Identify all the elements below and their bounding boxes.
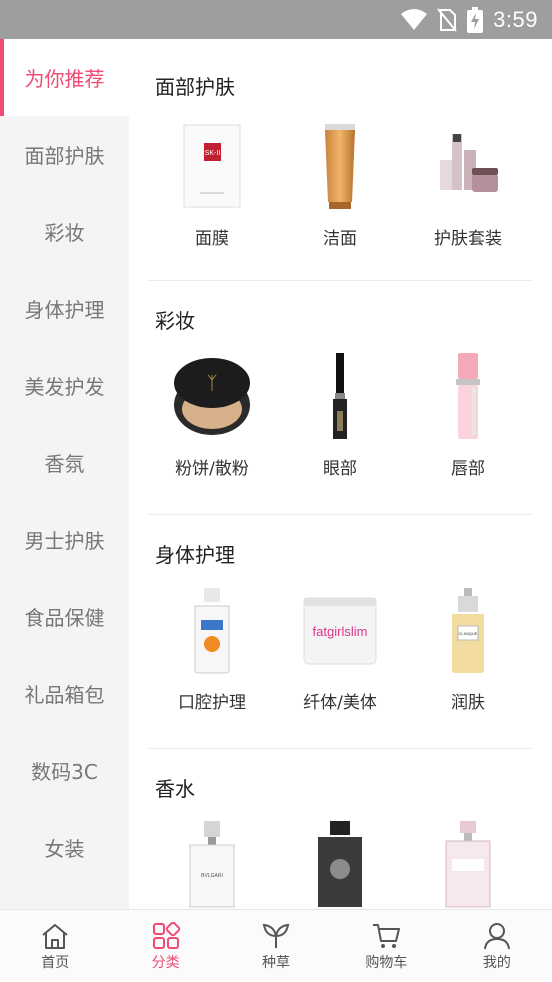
sidebar-item-digital[interactable]: 数码3C bbox=[0, 732, 129, 809]
wifi-icon bbox=[401, 8, 428, 30]
subcategory-powder[interactable]: ᛉ 粉饼/散粉 bbox=[148, 350, 276, 479]
subcategory-cleanser[interactable]: 洁面 bbox=[276, 120, 404, 249]
subcategory-eyes[interactable]: 眼部 bbox=[276, 350, 404, 479]
category-icon bbox=[152, 922, 180, 949]
status-bar: 3:59 bbox=[0, 0, 552, 39]
sidebar-item-womens-wear[interactable]: 女装 bbox=[0, 809, 129, 886]
subcategory-skincare-set[interactable]: 护肤套装 bbox=[404, 120, 532, 249]
tab-sprout[interactable]: 种草 bbox=[221, 910, 331, 982]
moisturizer-image: CLINIQUE bbox=[422, 584, 514, 676]
subcategory-moisturizer[interactable]: CLINIQUE 润肤 bbox=[404, 584, 532, 713]
section-perfume: 香水 BVLGARI bbox=[148, 749, 532, 909]
skincare-set-image bbox=[422, 120, 514, 212]
sidebar-item-gifts-bags[interactable]: 礼品箱包 bbox=[0, 655, 129, 732]
mask-image: SK-II bbox=[166, 120, 258, 212]
home-icon bbox=[42, 924, 68, 949]
tab-category[interactable]: 分类 bbox=[110, 910, 220, 982]
subcategory-lips[interactable]: 唇部 bbox=[404, 350, 532, 479]
subcategory-perfume-2[interactable] bbox=[276, 818, 404, 909]
sidebar-item-body-care[interactable]: 身体护理 bbox=[0, 270, 129, 347]
mascara-image bbox=[294, 350, 386, 442]
section-facial-care: 面部护肤 SK-II 面膜 洁面 护肤套装 bbox=[148, 39, 532, 281]
perfume-bottle-image bbox=[422, 818, 514, 909]
status-time: 3:59 bbox=[493, 6, 538, 32]
tab-home[interactable]: 首页 bbox=[0, 910, 110, 982]
tab-profile[interactable]: 我的 bbox=[442, 910, 552, 982]
tab-label: 首页 bbox=[41, 955, 70, 971]
lip-product-image bbox=[422, 350, 514, 442]
subcategory-label: 口腔护理 bbox=[178, 693, 246, 713]
sidebar-item-makeup[interactable]: 彩妆 bbox=[0, 193, 129, 270]
powder-image: ᛉ bbox=[166, 350, 258, 442]
section-body-care: 身体护理 口腔护理 fatgirlslim 纤体/美体 CLINIQUE 润肤 bbox=[148, 515, 532, 749]
sidebar-item-facial-care[interactable]: 面部护肤 bbox=[0, 116, 129, 193]
tab-label: 购物车 bbox=[365, 955, 408, 971]
tab-label: 我的 bbox=[482, 955, 511, 971]
moisturizer-brand-text: CLINIQUE bbox=[459, 631, 478, 636]
subcategory-label: 护肤套装 bbox=[434, 229, 502, 249]
mask-brand-text: SK-II bbox=[205, 150, 221, 157]
no-sim-icon bbox=[437, 7, 457, 32]
cart-icon bbox=[373, 924, 401, 948]
subcategory-label: 洁面 bbox=[323, 229, 357, 249]
section-title: 彩妆 bbox=[155, 309, 195, 333]
perfume-brand-text: BVLGARI bbox=[201, 873, 223, 879]
section-title: 面部护肤 bbox=[155, 75, 235, 99]
sidebar-item-food-health[interactable]: 食品保健 bbox=[0, 578, 129, 655]
subcategory-mask[interactable]: SK-II 面膜 bbox=[148, 120, 276, 249]
subcategory-perfume-1[interactable]: BVLGARI bbox=[148, 818, 276, 909]
tab-cart[interactable]: 购物车 bbox=[331, 910, 441, 982]
slimming-cream-image: fatgirlslim bbox=[294, 584, 386, 676]
bottom-tab-bar: 首页 分类 种草 购物车 我的 bbox=[0, 909, 552, 982]
subcategory-slimming[interactable]: fatgirlslim 纤体/美体 bbox=[276, 584, 404, 713]
sprout-icon bbox=[262, 923, 290, 948]
mouthwash-image bbox=[166, 584, 258, 676]
subcategory-label: 唇部 bbox=[451, 459, 485, 479]
category-sidebar[interactable]: 为你推荐 面部护肤 彩妆 身体护理 美发护发 香氛 男士护肤 食品保健 礼品箱包… bbox=[0, 39, 129, 909]
sidebar-item-men-care[interactable]: 男士护肤 bbox=[0, 501, 129, 578]
cleanser-image bbox=[294, 120, 386, 212]
category-content[interactable]: 面部护肤 SK-II 面膜 洁面 护肤套装 彩妆 ᛉ 粉饼/散粉 眼部 唇部 身… bbox=[129, 39, 552, 909]
section-makeup: 彩妆 ᛉ 粉饼/散粉 眼部 唇部 bbox=[148, 281, 532, 515]
profile-icon bbox=[483, 923, 510, 950]
svg-text:ᛉ: ᛉ bbox=[207, 373, 218, 394]
subcategory-label: 纤体/美体 bbox=[303, 693, 377, 713]
sidebar-item-fragrance[interactable]: 香氛 bbox=[0, 424, 129, 501]
subcategory-label: 面膜 bbox=[195, 229, 229, 249]
perfume-bottle-image: BVLGARI bbox=[166, 818, 258, 909]
battery-charging-icon bbox=[467, 6, 484, 33]
subcategory-oral-care[interactable]: 口腔护理 bbox=[148, 584, 276, 713]
sidebar-item-recommend[interactable]: 为你推荐 bbox=[0, 39, 129, 116]
slimming-brand-text: fatgirlslim bbox=[313, 624, 368, 639]
subcategory-label: 粉饼/散粉 bbox=[175, 459, 249, 479]
subcategory-label: 润肤 bbox=[451, 693, 485, 713]
sidebar-item-hair-care[interactable]: 美发护发 bbox=[0, 347, 129, 424]
subcategory-label: 眼部 bbox=[323, 459, 357, 479]
section-title: 身体护理 bbox=[155, 543, 235, 567]
tab-label: 种草 bbox=[262, 955, 291, 971]
section-title: 香水 bbox=[155, 777, 195, 801]
subcategory-perfume-3[interactable] bbox=[404, 818, 532, 909]
perfume-bottle-image bbox=[294, 818, 386, 909]
tab-label: 分类 bbox=[151, 955, 180, 971]
